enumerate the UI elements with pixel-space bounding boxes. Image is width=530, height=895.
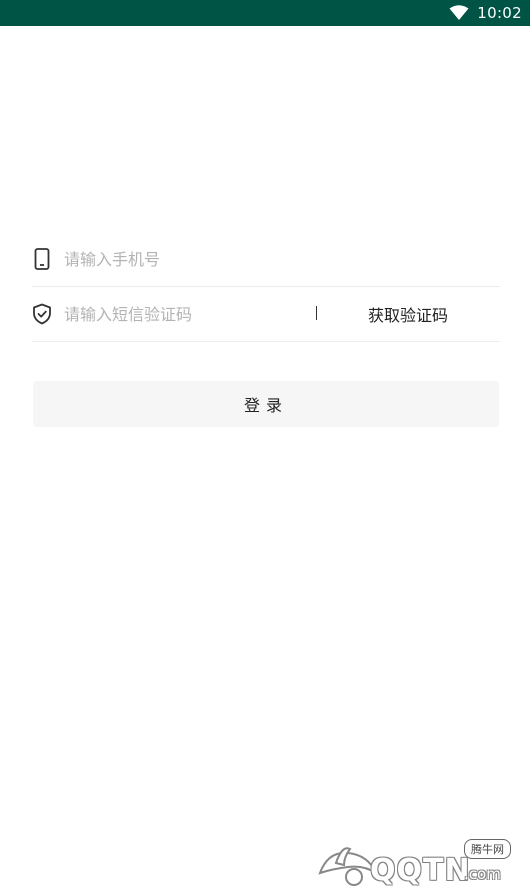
code-row: 获取验证码 — [32, 287, 500, 342]
field-divider — [316, 306, 317, 320]
watermark-text: QQTN — [370, 853, 471, 888]
watermark-cn-label: 腾牛网 — [464, 839, 511, 859]
mobile-phone-icon — [32, 247, 52, 271]
get-code-button[interactable]: 获取验证码 — [368, 302, 448, 326]
wifi-icon — [449, 5, 469, 20]
status-time: 10:02 — [477, 4, 522, 22]
login-button[interactable]: 登录 — [33, 381, 499, 427]
shield-check-icon — [32, 302, 52, 326]
phone-input[interactable] — [64, 249, 484, 269]
phone-row — [32, 232, 500, 287]
sms-code-input[interactable] — [64, 304, 304, 324]
status-bar: 10:02 — [0, 0, 530, 26]
watermark-suffix: .com — [464, 865, 501, 883]
watermark: QQTN .com 腾牛网 — [314, 839, 524, 891]
